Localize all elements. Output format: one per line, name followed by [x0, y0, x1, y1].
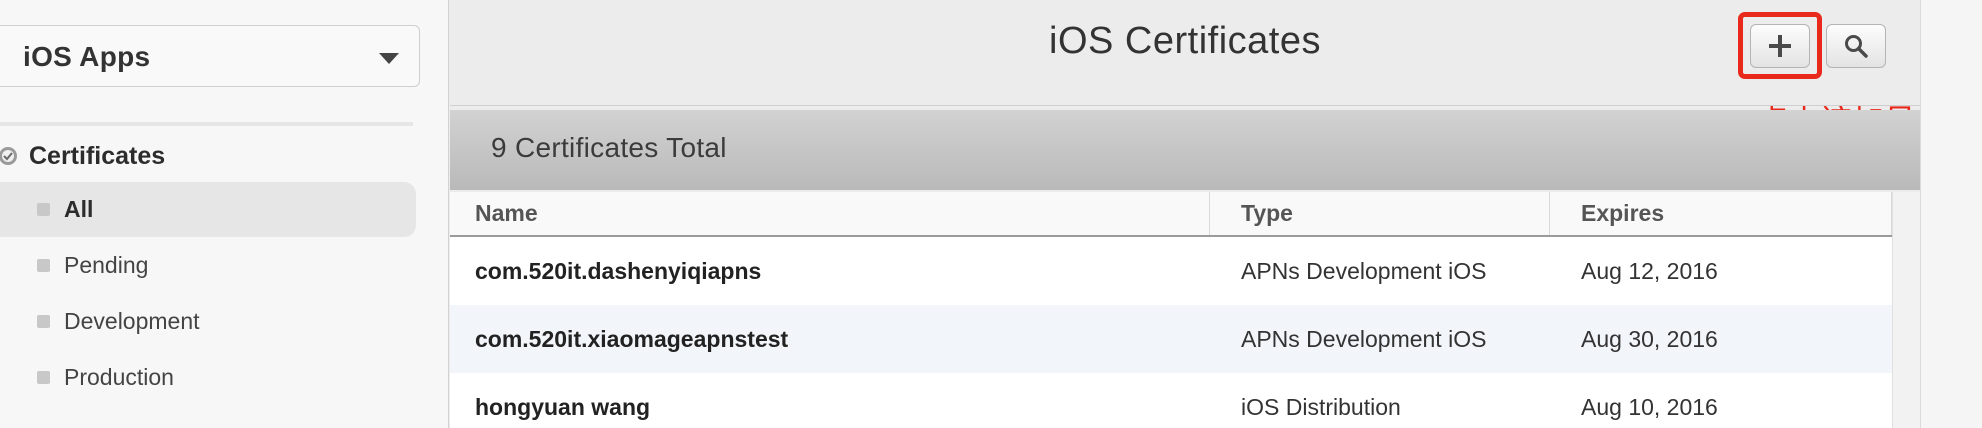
sidebar-section-certificates[interactable]: Certificates — [0, 140, 165, 172]
bullet-icon — [37, 371, 50, 384]
sidebar-section-label: Certificates — [29, 141, 166, 170]
column-header-expires[interactable]: Expires — [1550, 192, 1892, 235]
column-header-name[interactable]: Name — [450, 192, 1210, 235]
cell-type: APNs Development iOS — [1241, 257, 1487, 284]
page-title: iOS Certificates — [1049, 20, 1321, 62]
certificates-table: Name Type Expires com.520it.dashenyiqiap… — [450, 192, 1892, 428]
cell-name: com.520it.xiaomageapnstest — [475, 325, 789, 352]
main-panel: iOS Certificates 点击该加号 9 Certificates To… — [450, 0, 1920, 428]
sidebar-item-label: Development — [64, 308, 200, 334]
sidebar-item-label: Production — [64, 364, 174, 390]
table-scrollbar[interactable] — [1892, 192, 1920, 428]
table-row[interactable]: com.520it.dashenyiqiapns APNs Developmen… — [450, 237, 1892, 305]
bullet-icon — [37, 259, 50, 272]
table-row[interactable]: com.520it.xiaomageapnstest APNs Developm… — [450, 305, 1892, 373]
sidebar-item-label: All — [64, 196, 94, 222]
bullet-icon — [37, 203, 50, 216]
highlight-box — [1738, 12, 1822, 79]
column-header-type[interactable]: Type — [1210, 192, 1550, 235]
search-icon — [1845, 35, 1868, 58]
certificates-total: 9 Certificates Total — [491, 132, 727, 163]
cell-name: com.520it.dashenyiqiapns — [475, 257, 762, 284]
table-header: Name Type Expires — [450, 192, 1892, 237]
search-button[interactable] — [1826, 24, 1886, 68]
sidebar-item-production[interactable]: Production — [0, 350, 416, 405]
cell-name: hongyuan wang — [475, 393, 651, 420]
cell-expires: Aug 12, 2016 — [1581, 257, 1718, 284]
platform-select-value: iOS Apps — [23, 41, 151, 72]
cell-expires: Aug 10, 2016 — [1581, 393, 1718, 420]
summary-bar: 9 Certificates Total — [450, 110, 1920, 190]
table-row[interactable]: hongyuan wang iOS Distribution Aug 10, 2… — [450, 373, 1892, 428]
cell-type: APNs Development iOS — [1241, 325, 1487, 352]
cell-expires: Aug 30, 2016 — [1581, 325, 1718, 352]
chevron-down-icon — [379, 53, 399, 64]
cell-type: iOS Distribution — [1241, 393, 1401, 420]
sidebar-item-pending[interactable]: Pending — [0, 238, 416, 293]
sidebar-item-label: Pending — [64, 252, 149, 278]
bullet-icon — [37, 315, 50, 328]
platform-select[interactable]: iOS Apps — [0, 25, 420, 87]
certificate-gear-icon — [0, 147, 17, 165]
window-edge — [1920, 0, 1982, 428]
sidebar-item-all[interactable]: All — [0, 182, 416, 237]
sidebar-divider — [0, 122, 413, 126]
header-divider — [450, 105, 1920, 106]
sidebar-item-development[interactable]: Development — [0, 294, 416, 349]
sidebar: iOS Apps Certificates All Pending Develo… — [0, 0, 449, 428]
